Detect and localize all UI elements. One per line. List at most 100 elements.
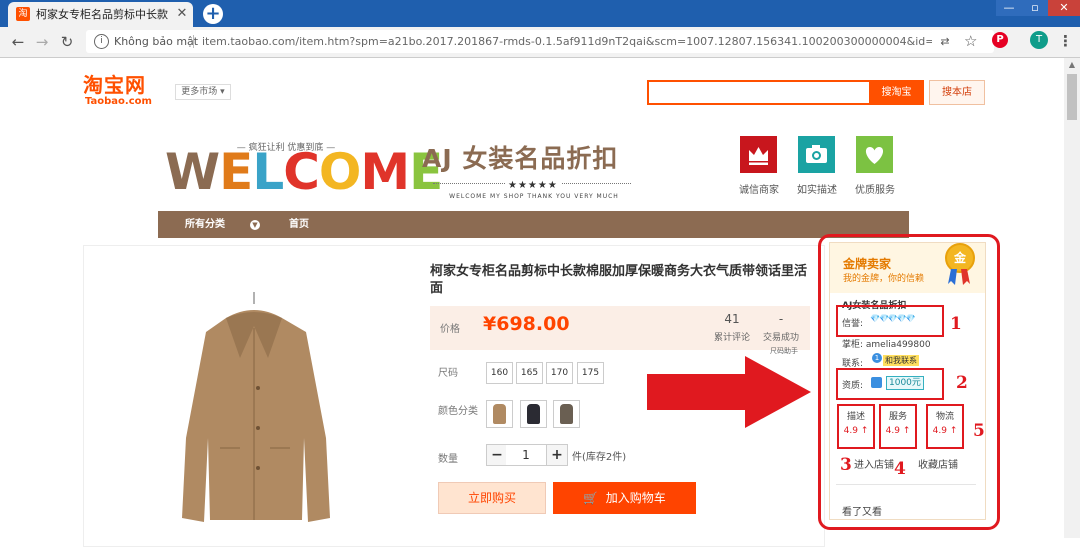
browser-tab[interactable]: 淘 柯家女专柜名品剪标中长款棉服加厚保暖商务大衣气质带领话里活面 ✕ xyxy=(8,2,193,27)
nav-home[interactable]: 首页 xyxy=(289,211,309,238)
product-image[interactable] xyxy=(170,288,345,528)
color-swatch xyxy=(560,404,573,424)
pinterest-extension-icon[interactable]: P xyxy=(992,32,1008,48)
annotation-number: 5 xyxy=(973,421,985,441)
dsr-label: 服务 xyxy=(888,412,907,422)
trades-count: - xyxy=(778,312,784,326)
search-input[interactable] xyxy=(647,80,872,105)
scroll-up-arrow-icon[interactable]: ▲ xyxy=(1064,60,1080,70)
welcome-letter: W xyxy=(165,143,220,201)
add-to-cart-button[interactable]: 🛒 加入购物车 xyxy=(553,482,696,514)
service-label-honest: 诚信商家 xyxy=(739,185,779,196)
window-maximize-button[interactable]: ▫ xyxy=(1022,0,1048,16)
forward-icon[interactable]: → xyxy=(32,32,52,52)
credit-diamonds-icon[interactable]: 💎💎💎💎💎 xyxy=(870,314,916,323)
quantity-label: 数量 xyxy=(438,454,458,465)
chevron-down-icon[interactable]: ▼ xyxy=(250,220,260,230)
size-option[interactable]: 160 xyxy=(486,362,513,384)
new-tab-button[interactable]: + xyxy=(203,4,223,24)
quantity-increment-button[interactable]: + xyxy=(546,444,568,466)
reload-icon[interactable]: ↻ xyxy=(57,32,77,52)
seller-divider xyxy=(836,484,976,485)
welcome-wordmark: WELCOME xyxy=(165,143,443,201)
search-taobao-button[interactable]: 搜淘宝 xyxy=(869,80,924,105)
more-market-dropdown[interactable]: 更多市场 ▾ xyxy=(175,84,231,100)
tab-close-icon[interactable]: ✕ xyxy=(174,6,190,22)
size-option[interactable]: 170 xyxy=(546,362,573,384)
trades-label: 交易成功 xyxy=(762,333,799,343)
dsr-describe-box: 描述 4.9 ↑ xyxy=(837,404,875,449)
annotation-number: 1 xyxy=(950,314,962,334)
color-option[interactable] xyxy=(553,400,580,428)
back-icon[interactable]: ← xyxy=(8,32,28,52)
color-option[interactable] xyxy=(520,400,547,428)
price-value: ¥698.00 xyxy=(483,313,570,335)
page-scrollbar[interactable]: ▲ xyxy=(1064,58,1080,538)
browser-menu-icon[interactable]: ⋮ xyxy=(1058,32,1073,50)
profile-avatar[interactable]: T xyxy=(1030,31,1048,49)
reviews-count[interactable]: 41 xyxy=(708,312,756,326)
info-icon[interactable]: i xyxy=(94,34,109,49)
wangwang-icon[interactable]: 1 xyxy=(872,353,882,363)
shop-nav-bar: 所有分类 ▼ 首页 xyxy=(158,211,909,238)
crown-icon[interactable] xyxy=(740,136,777,173)
size-label: 尺码 xyxy=(438,368,458,379)
bookmark-star-icon[interactable]: ☆ xyxy=(964,32,977,50)
service-label-describe: 如实描述 xyxy=(797,185,837,196)
scrollbar-thumb[interactable] xyxy=(1067,74,1077,120)
contact-me-button[interactable]: 和我联系 xyxy=(883,355,919,366)
reviews-label[interactable]: 累计评论 xyxy=(708,330,756,343)
gold-seller-title: 金牌卖家 xyxy=(843,257,892,271)
url-divider xyxy=(193,35,194,48)
taobao-favicon-icon: 淘 xyxy=(16,7,30,21)
camera-icon[interactable] xyxy=(798,136,835,173)
translate-icon[interactable]: ⇄ xyxy=(938,35,952,48)
logo-text-en: Taobao.com xyxy=(85,96,152,107)
welcome-letter: E xyxy=(219,143,253,201)
address-bar[interactable]: i Không bảo mật item.taobao.com/item.htm… xyxy=(86,30,994,53)
credit-label: 信誉: xyxy=(842,319,864,329)
color-option[interactable] xyxy=(486,400,513,428)
product-title: 柯家女专柜名品剪标中长款棉服加厚保暖商务大衣气质带领话里活面 xyxy=(430,264,808,296)
quantity-input[interactable]: 1 xyxy=(506,444,546,466)
buy-now-button[interactable]: 立即购买 xyxy=(438,482,546,514)
annotation-number: 4 xyxy=(894,459,906,479)
search-shop-button[interactable]: 搜本店 xyxy=(929,80,985,105)
enter-shop-link[interactable]: 进入店铺 xyxy=(854,456,894,471)
annotation-number: 3 xyxy=(840,455,852,475)
gold-seller-subtitle: 我的金牌，你的信赖 xyxy=(843,274,925,284)
favorite-shop-link[interactable]: 收藏店铺 xyxy=(918,456,958,471)
taobao-logo[interactable]: 淘宝网 Taobao.com xyxy=(83,74,163,107)
more-market-label: 更多市场 xyxy=(181,87,218,97)
dsr-value: 4.9 ↑ xyxy=(843,426,869,436)
color-swatch xyxy=(527,404,540,424)
browser-toolbar: ← → ↻ i Không bảo mật item.taobao.com/it… xyxy=(0,27,1080,58)
color-swatch xyxy=(493,404,506,424)
see-also-heading: 看了又看 xyxy=(842,507,882,518)
deposit-badge[interactable]: 1000元 xyxy=(886,376,924,390)
url-text[interactable]: item.taobao.com/item.htm?spm=a21bo.2017.… xyxy=(202,34,932,49)
welcome-letter: O xyxy=(318,143,362,201)
window-minimize-button[interactable]: — xyxy=(996,0,1022,16)
add-to-cart-label: 加入购物车 xyxy=(605,491,666,505)
welcome-letter: C xyxy=(283,143,320,201)
browser-tab-strip: 淘 柯家女专柜名品剪标中长款棉服加厚保暖商务大衣气质带领话里活面 ✕ + — ▫… xyxy=(0,0,1080,27)
dsr-value: 4.9 ↑ xyxy=(932,426,958,436)
security-label[interactable]: Không bảo mật xyxy=(114,34,198,49)
nav-all-categories[interactable]: 所有分类 xyxy=(185,211,225,238)
quantity-decrement-button[interactable]: − xyxy=(486,444,508,466)
dsr-label: 描述 xyxy=(846,412,865,422)
size-option[interactable]: 175 xyxy=(577,362,604,384)
shop-slogan: WELCOME MY SHOP THANK YOU VERY MUCH xyxy=(449,193,619,200)
size-option[interactable]: 165 xyxy=(516,362,543,384)
shop-stars: ★★★★★ xyxy=(505,180,561,191)
window-close-button[interactable]: ✕ xyxy=(1048,0,1080,16)
annotation-arrow-icon xyxy=(647,356,811,428)
logo-text-cn: 淘宝网 xyxy=(83,73,146,97)
welcome-letter: M xyxy=(360,143,410,201)
dsr-service-box: 服务 4.9 ↑ xyxy=(879,404,917,449)
shopkeeper-name[interactable]: 掌柜: amelia499800 xyxy=(842,337,931,350)
price-label: 价格 xyxy=(440,324,460,335)
cart-icon: 🛒 xyxy=(583,491,599,505)
heart-icon[interactable] xyxy=(856,136,893,173)
